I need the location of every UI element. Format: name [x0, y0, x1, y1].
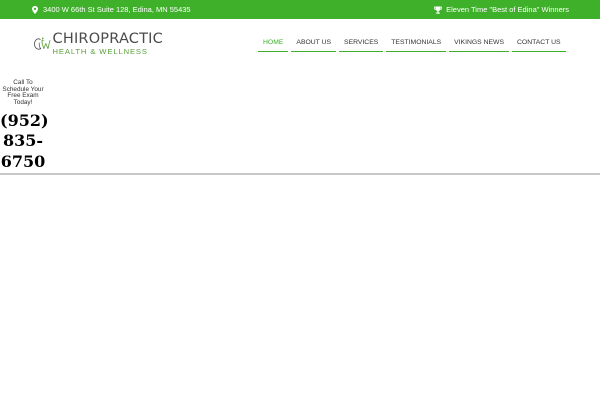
address-text: 3400 W 66th St Suite 128, Edina, MN 5543…: [43, 5, 191, 14]
phone-line: 6750: [0, 151, 46, 171]
trophy-icon: [434, 6, 443, 14]
top-info-bar: 3400 W 66th St Suite 128, Edina, MN 5543…: [0, 0, 600, 19]
cta-text: Call To Schedule Your Free Exam Today!: [2, 79, 44, 107]
main-nav: HOME ABOUT US SERVICES TESTIMONIALS VIKI…: [258, 35, 569, 52]
map-pin-icon: [32, 5, 38, 14]
header-divider: [0, 173, 600, 175]
nav-item-testimonials[interactable]: TESTIMONIALS: [386, 35, 447, 52]
address-info[interactable]: 3400 W 66th St Suite 128, Edina, MN 5543…: [32, 5, 191, 14]
nav-item-vikings-news[interactable]: VIKINGS NEWS: [449, 35, 509, 52]
logo-tagline: HEALTH & WELLNESS: [52, 47, 148, 57]
nav-item-contact-us[interactable]: CONTACT US: [512, 35, 566, 52]
phone-line: (952): [0, 110, 49, 130]
nav-item-services[interactable]: SERVICES: [339, 35, 384, 52]
logo-name: CHIROPRACTIC: [52, 30, 163, 47]
award-info: Eleven Time "Best of Edina" Winners: [434, 5, 569, 14]
logo-mark-icon: [34, 37, 51, 50]
nav-item-about-us[interactable]: ABOUT US: [291, 35, 337, 52]
award-text: Eleven Time "Best of Edina" Winners: [446, 5, 569, 14]
phone-number-link[interactable]: (952) 835- 6750: [0, 110, 49, 172]
phone-line: 835-: [2, 131, 44, 151]
call-to-action: Call To Schedule Your Free Exam Today! (…: [0, 79, 49, 172]
logo-text: CHIROPRACTIC HEALTH & WELLNESS: [53, 32, 163, 56]
site-logo[interactable]: CHIROPRACTIC HEALTH & WELLNESS: [33, 27, 163, 61]
site-header: CHIROPRACTIC HEALTH & WELLNESS HOME ABOU…: [0, 19, 600, 174]
nav-item-home[interactable]: HOME: [258, 35, 289, 52]
